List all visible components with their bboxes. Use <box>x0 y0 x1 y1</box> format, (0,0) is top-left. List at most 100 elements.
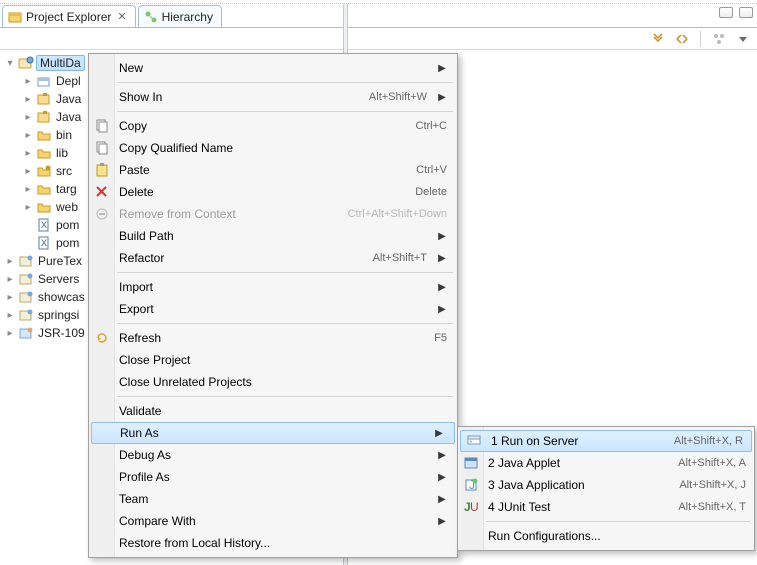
submenu-arrow-icon: ▶ <box>437 450 447 461</box>
menu-item-accelerator: Ctrl+Alt+Shift+Down <box>348 208 447 220</box>
menu-item-label: Debug As <box>119 448 427 462</box>
minimize-view-button[interactable] <box>719 7 733 18</box>
expander-icon[interactable] <box>4 309 16 321</box>
menu-item-label: Refresh <box>119 331 424 345</box>
view-toolbar <box>0 28 757 50</box>
menu-item-label: Team <box>119 492 427 506</box>
submenu-arrow-icon: ▶ <box>437 63 447 74</box>
menu-item: Remove from Context Ctrl+Alt+Shift+Down <box>89 203 457 225</box>
menu-item-label: 2 Java Applet <box>488 456 668 470</box>
ear-icon <box>18 325 34 341</box>
menu-item-label: Import <box>119 280 427 294</box>
view-tab-strip: Project Explorer ✕ Hierarchy <box>0 4 757 28</box>
close-icon[interactable]: ✕ <box>117 10 126 23</box>
menu-item[interactable]: Copy Qualified Name <box>89 137 457 159</box>
expander-icon[interactable] <box>22 147 34 159</box>
refresh-icon <box>94 330 110 346</box>
project-icon <box>18 55 34 71</box>
menu-item[interactable]: Validate <box>89 400 457 422</box>
junit-icon: JU <box>463 499 479 515</box>
tree-item-label: bin <box>54 128 74 142</box>
remove-icon <box>94 206 110 222</box>
menu-item[interactable]: Restore from Local History... <box>89 532 457 554</box>
run-as-submenu: 1 Run on Server Alt+Shift+X, R 2 Java Appl… <box>457 426 755 551</box>
tab-hierarchy[interactable]: Hierarchy <box>138 5 222 27</box>
tab-project-explorer[interactable]: Project Explorer ✕ <box>2 5 136 27</box>
menu-item[interactable]: Compare With ▶ <box>89 510 457 532</box>
tree-item-label: targ <box>54 182 79 196</box>
menu-item[interactable]: Run Configurations... <box>458 525 754 547</box>
link-editor-icon[interactable] <box>674 31 690 47</box>
expander-icon[interactable] <box>4 255 16 267</box>
expander-icon[interactable] <box>22 183 34 195</box>
menu-item-accelerator: Alt+Shift+X, T <box>678 501 746 513</box>
expander-icon[interactable] <box>22 201 34 213</box>
maximize-view-button[interactable] <box>739 7 753 18</box>
menu-item[interactable]: Profile As▶ <box>89 466 457 488</box>
tree-item-label: MultiDa <box>36 55 85 71</box>
expander-icon[interactable] <box>22 111 34 123</box>
package-icon <box>36 109 52 125</box>
menu-item-accelerator: Alt+Shift+W <box>369 91 427 103</box>
expander-icon[interactable] <box>22 75 34 87</box>
menu-item-label: Show In <box>119 90 359 104</box>
svg-text:x: x <box>41 217 47 231</box>
menu-item[interactable]: Close Project <box>89 349 457 371</box>
menu-item[interactable]: 1 Run on Server Alt+Shift+X, R <box>460 430 752 452</box>
expander-icon[interactable] <box>4 327 16 339</box>
menu-item-label: Compare With <box>119 514 427 528</box>
menu-item[interactable]: Import ▶ <box>89 276 457 298</box>
expander-icon[interactable] <box>22 93 34 105</box>
menu-item-accelerator: Alt+Shift+X, R <box>674 435 743 447</box>
menu-item[interactable]: Show In Alt+Shift+W ▶ <box>89 86 457 108</box>
menu-item-label: Delete <box>119 185 405 199</box>
menu-item[interactable]: RefreshF5 <box>89 327 457 349</box>
menu-item[interactable]: J3 Java ApplicationAlt+Shift+X, J <box>458 474 754 496</box>
tree-item-label: lib <box>54 146 70 160</box>
tab-hierarchy-label: Hierarchy <box>162 10 213 24</box>
menu-item[interactable]: PasteCtrl+V <box>89 159 457 181</box>
menu-item-label: Refactor <box>119 251 363 265</box>
expander-icon[interactable] <box>22 165 34 177</box>
menu-item[interactable]: Export▶ <box>89 298 457 320</box>
menu-item-label: Close Unrelated Projects <box>119 375 447 389</box>
project-explorer-icon <box>8 10 22 24</box>
menu-item[interactable]: CopyCtrl+C <box>89 115 457 137</box>
xml-icon: x <box>36 235 52 251</box>
menu-item[interactable]: RefactorAlt+Shift+T▶ <box>89 247 457 269</box>
menu-item[interactable]: Debug As ▶ <box>89 444 457 466</box>
menu-item[interactable]: JU 4 JUnit Test Alt+Shift+X, T <box>458 496 754 518</box>
expander-icon[interactable] <box>22 129 34 141</box>
submenu-arrow-icon: ▶ <box>437 282 447 293</box>
filters-icon[interactable] <box>711 31 727 47</box>
menu-item[interactable]: New▶ <box>89 57 457 79</box>
expander-icon[interactable] <box>4 291 16 303</box>
expander-icon[interactable] <box>4 57 16 69</box>
deploy-icon <box>36 73 52 89</box>
menu-item-label: Remove from Context <box>119 207 338 221</box>
project-icon <box>18 271 34 287</box>
submenu-arrow-icon: ▶ <box>437 472 447 483</box>
menu-item-label: 4 JUnit Test <box>488 500 668 514</box>
submenu-arrow-icon: ▶ <box>437 494 447 505</box>
menu-item[interactable]: Build Path▶ <box>89 225 457 247</box>
tree-item-label: Java <box>54 92 83 106</box>
menu-item-accelerator: Alt+Shift+X, A <box>678 457 746 469</box>
view-menu-icon[interactable] <box>735 31 751 47</box>
menu-item[interactable]: Close Unrelated Projects <box>89 371 457 393</box>
menu-item-label: Close Project <box>119 353 447 367</box>
menu-item[interactable]: 2 Java Applet Alt+Shift+X, A <box>458 452 754 474</box>
submenu-arrow-icon: ▶ <box>437 516 447 527</box>
menu-item-label: 1 Run on Server <box>491 434 664 448</box>
tree-item-label: src <box>54 164 74 178</box>
expander-icon[interactable] <box>4 273 16 285</box>
tab-project-explorer-label: Project Explorer <box>26 10 111 24</box>
submenu-arrow-icon: ▶ <box>437 92 447 103</box>
delete-icon <box>94 184 110 200</box>
menu-item[interactable]: Run As▶ <box>91 422 455 444</box>
collapse-all-icon[interactable] <box>650 31 666 47</box>
menu-item[interactable]: DeleteDelete <box>89 181 457 203</box>
menu-item-label: Run As <box>120 426 424 440</box>
tree-item-label: Depl <box>54 74 83 88</box>
menu-item[interactable]: Team ▶ <box>89 488 457 510</box>
